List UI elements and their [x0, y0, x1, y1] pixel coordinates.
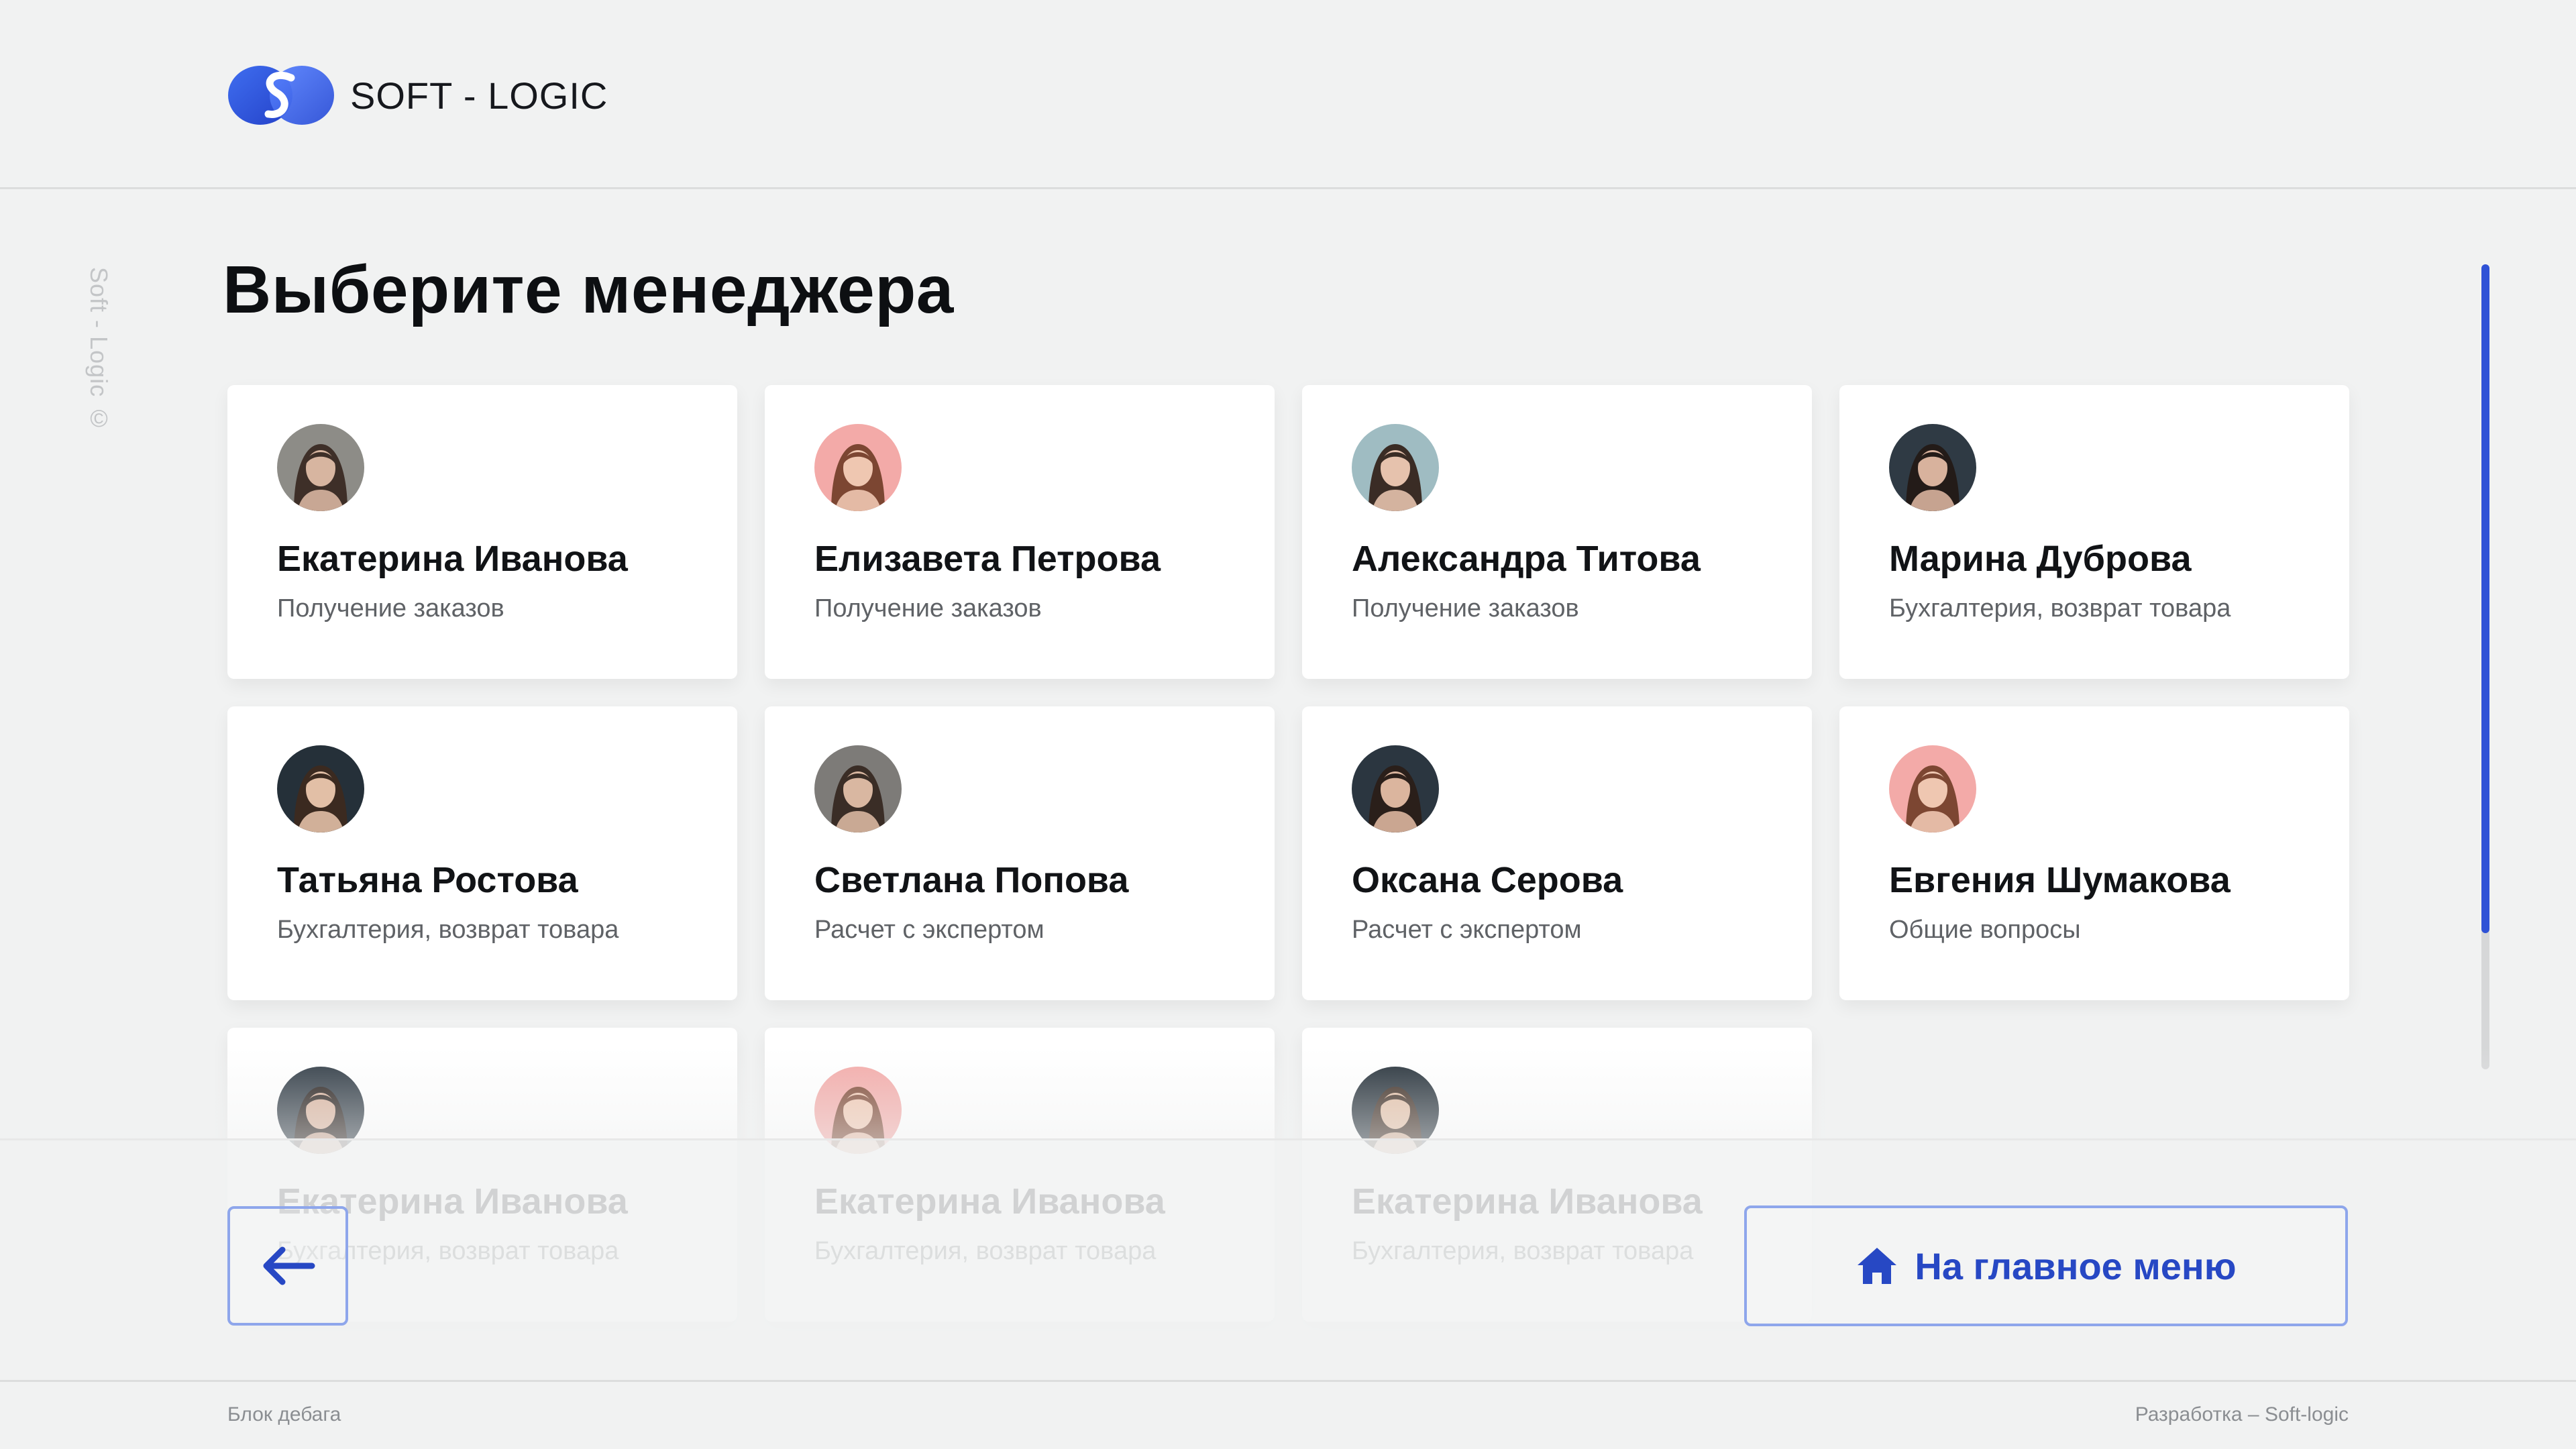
manager-name: Марина Дуброва — [1889, 539, 2192, 579]
manager-card[interactable]: Татьяна Ростова Бухгалтерия, возврат това… — [227, 706, 737, 1000]
manager-role: Получение заказов — [1352, 594, 1579, 623]
manager-role: Общие вопросы — [1889, 916, 2081, 944]
avatar — [814, 745, 902, 833]
manager-card[interactable]: Марина Дуброва Бухгалтерия, возврат товар… — [1839, 385, 2349, 679]
debug-block-label: Блок дебага — [227, 1403, 341, 1426]
avatar — [277, 424, 364, 511]
logo[interactable]: SOFT - LOGIC — [227, 63, 608, 127]
arrow-left-icon — [263, 1246, 315, 1285]
manager-name: Екатерина Иванова — [277, 539, 628, 579]
header: SOFT - LOGIC — [0, 0, 2576, 189]
manager-role: Бухгалтерия, возврат товара — [277, 916, 619, 944]
home-menu-button[interactable]: На главное меню — [1744, 1205, 2348, 1326]
manager-role: Расчет с экспертом — [814, 916, 1044, 944]
avatar — [1352, 745, 1439, 833]
manager-name: Евгения Шумакова — [1889, 860, 2231, 900]
back-button[interactable] — [227, 1206, 348, 1326]
home-icon — [1858, 1248, 1897, 1284]
page-title: Выберите менеджера — [223, 252, 954, 327]
manager-name: Елизавета Петрова — [814, 539, 1161, 579]
manager-card[interactable]: Александра Титова Получение заказов — [1302, 385, 1812, 679]
avatar — [1889, 745, 1976, 833]
manager-name: Александра Титова — [1352, 539, 1701, 579]
page: SOFT - LOGIC Soft - Logic © Выберите мен… — [0, 0, 2576, 1449]
manager-card[interactable]: Светлана Попова Расчет с экспертом — [765, 706, 1275, 1000]
developer-credit: Разработка – Soft-logic — [2135, 1403, 2349, 1426]
manager-name: Светлана Попова — [814, 860, 1129, 900]
scrollbar-thumb[interactable] — [2481, 264, 2489, 933]
avatar — [1889, 424, 1976, 511]
avatar — [814, 424, 902, 511]
manager-card[interactable]: Елизавета Петрова Получение заказов — [765, 385, 1275, 679]
manager-role: Расчет с экспертом — [1352, 916, 1582, 944]
manager-card[interactable]: Евгения Шумакова Общие вопросы — [1839, 706, 2349, 1000]
manager-name: Татьяна Ростова — [277, 860, 578, 900]
avatar — [277, 745, 364, 833]
avatar — [1352, 424, 1439, 511]
manager-role: Получение заказов — [814, 594, 1042, 623]
footer: Блок дебага Разработка – Soft-logic — [0, 1380, 2576, 1449]
brand-name: SOFT - LOGIC — [350, 74, 608, 117]
manager-role: Бухгалтерия, возврат товара — [1889, 594, 2231, 623]
logo-icon — [228, 66, 334, 125]
manager-role: Получение заказов — [277, 594, 504, 623]
manager-card[interactable]: Оксана Серова Расчет с экспертом — [1302, 706, 1812, 1000]
side-copyright: Soft - Logic © — [85, 267, 113, 433]
manager-name: Оксана Серова — [1352, 860, 1623, 900]
manager-card[interactable]: Екатерина Иванова Получение заказов — [227, 385, 737, 679]
scrollbar[interactable] — [2481, 264, 2489, 1069]
home-menu-label: На главное меню — [1915, 1244, 2237, 1287]
